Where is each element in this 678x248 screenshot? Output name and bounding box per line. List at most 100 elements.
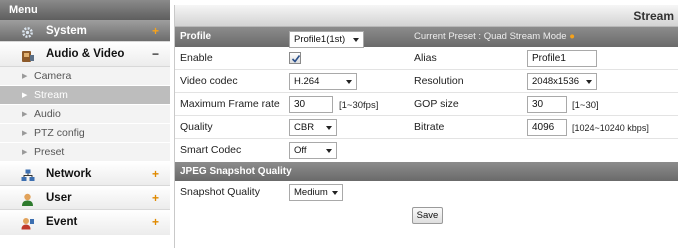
quality-select[interactable]: CBR [289,119,337,136]
arrow-right-icon: ▶ [22,130,28,137]
quality-value: CBR [294,122,315,133]
arrow-right-icon: ▶ [22,149,28,156]
current-preset-text: Current Preset : Quad Stream Mode [414,31,567,42]
resolution-value: 2048x1536 [532,76,580,87]
alias-wrap: Profile1 [527,50,597,67]
bitrate-wrap: 4096 [527,119,567,136]
row-smart-codec: Smart Codec Off [175,139,678,162]
enable-checkbox[interactable] [289,52,301,64]
arrow-right-icon: ▶ [22,73,28,80]
row-enable-alias: Enable Alias Profile1 [175,47,678,70]
sidebar-subitem-stream[interactable]: ▶ Stream [0,86,170,105]
max-frame-rate-input[interactable]: 30 [289,96,333,113]
sidebar-item-user[interactable]: User + [0,186,170,210]
row-snapshot-quality: Snapshot Quality Medium [175,181,678,204]
expand-icon[interactable]: + [152,20,159,42]
arrow-right-icon: ▶ [22,111,28,118]
save-row: Save [175,204,678,232]
profile-select-value: Profile1(1st) [294,34,346,45]
event-icon [21,215,34,230]
sidebar-item-event[interactable]: Event + [0,210,170,235]
resolution-label: Resolution [414,75,464,87]
save-button[interactable]: Save [412,207,443,224]
camera-icon [21,48,34,62]
gop-size-range: [1~30] [572,100,599,111]
smart-codec-wrap: Off [289,142,337,159]
sidebar-subitem-ptz-config[interactable]: ▶ PTZ config [0,124,170,143]
expand-icon[interactable]: + [152,186,159,210]
stream-settings-panel: Stream Profile Profile1(1st) Current Pre… [174,5,678,248]
profile-select[interactable]: Profile1(1st) [289,31,364,48]
user-icon [21,191,34,206]
alias-input[interactable]: Profile1 [527,50,597,67]
row-codec-resolution: Video codec H.264 Resolution 2048x1536 [175,70,678,93]
collapse-icon[interactable]: − [152,42,159,67]
profile-label: Profile [180,31,212,42]
gear-icon [21,25,34,38]
menu-header: Menu [0,0,170,20]
profile-header: Profile Profile1(1st) Current Preset : Q… [175,27,678,48]
sidebar-item-event-label: Event [46,216,78,228]
snapshot-quality-value: Medium [294,187,328,198]
gop-size-wrap: 30 [527,96,567,113]
chevron-down-icon [332,191,338,195]
sidebar-subitem-label: Preset [34,146,65,158]
resolution-select[interactable]: 2048x1536 [527,73,597,90]
alias-label: Alias [414,52,437,64]
bitrate-range: [1024~10240 kbps] [572,123,649,133]
chevron-down-icon [346,80,352,84]
quality-label: Quality [180,121,213,133]
sidebar-item-audio-video-label: Audio & Video [46,48,125,60]
chevron-down-icon [326,126,332,130]
smart-codec-value: Off [294,145,307,156]
video-codec-wrap: H.264 [289,73,357,90]
jpeg-section-header: JPEG Snapshot Quality [175,162,678,181]
video-codec-select[interactable]: H.264 [289,73,357,90]
sidebar-subitem-camera[interactable]: ▶ Camera [0,67,170,86]
expand-icon[interactable]: + [152,162,159,186]
max-frame-rate-wrap: 30 [289,96,333,113]
max-frame-rate-label: Maximum Frame rate [180,98,280,110]
smart-codec-select[interactable]: Off [289,142,337,159]
current-preset: Current Preset : Quad Stream Mode ● [414,27,575,47]
jpeg-section-label: JPEG Snapshot Quality [180,166,292,177]
sidebar-subitem-label: Audio [34,108,61,120]
sidebar-item-audio-video[interactable]: Audio & Video − [0,42,170,67]
smart-codec-label: Smart Codec [180,144,242,156]
snapshot-quality-label: Snapshot Quality [180,186,260,198]
video-codec-label: Video codec [180,75,238,87]
network-icon [21,167,35,181]
chevron-down-icon [353,38,359,42]
page-title: Stream [175,5,678,27]
row-framerate-gop: Maximum Frame rate 30 [1~30fps] GOP size… [175,93,678,116]
sidebar-item-system[interactable]: System + [0,20,170,42]
bitrate-input[interactable]: 4096 [527,119,567,136]
expand-icon[interactable]: + [152,210,159,235]
video-codec-value: H.264 [294,76,320,87]
chevron-down-icon [586,80,592,84]
snapshot-quality-select[interactable]: Medium [289,184,343,201]
row-quality-bitrate: Quality CBR Bitrate 4096 [1024~10240 kbp… [175,116,678,139]
chevron-down-icon [326,149,332,153]
resolution-wrap: 2048x1536 [527,73,597,90]
sidebar-item-user-label: User [46,192,72,204]
gop-size-input[interactable]: 30 [527,96,567,113]
bitrate-label: Bitrate [414,121,445,133]
quality-wrap: CBR [289,119,337,136]
sidebar-subitem-label: Stream [34,89,68,101]
enable-label: Enable [180,52,213,64]
sidebar-menu: Menu System + Audio & Video − ▶ Camera ▶… [0,0,170,248]
sidebar-subitem-label: Camera [34,70,72,82]
sidebar-item-network-label: Network [46,168,92,180]
gop-size-label: GOP size [414,98,459,110]
max-frame-rate-range: [1~30fps] [339,100,379,111]
snapshot-quality-wrap: Medium [289,184,343,201]
sidebar-subitem-preset[interactable]: ▶ Preset [0,143,170,162]
sidebar-item-network[interactable]: Network + [0,162,170,186]
sidebar-subitem-label: PTZ config [34,127,85,139]
sidebar-item-system-label: System [46,25,87,37]
sidebar-subitem-audio[interactable]: ▶ Audio [0,105,170,124]
arrow-right-icon: ▶ [22,92,28,99]
checkmark-icon [291,55,301,63]
enable-wrap [289,50,301,67]
